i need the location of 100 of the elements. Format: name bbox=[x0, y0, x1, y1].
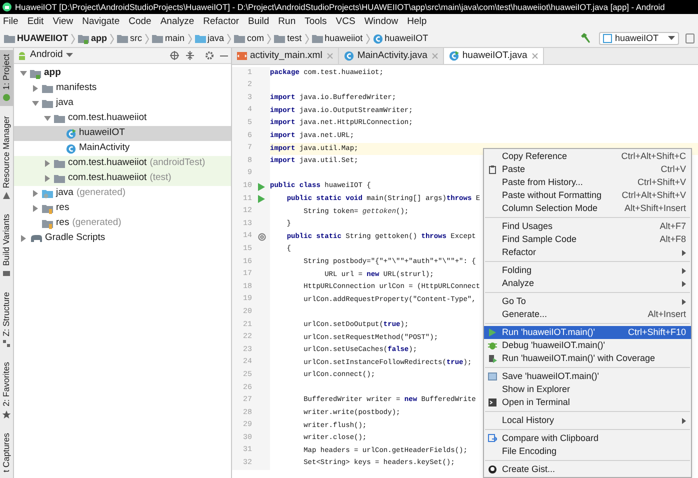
minimize-icon[interactable] bbox=[220, 54, 228, 56]
menu-item-label: Run 'huaweiIOT.main()' bbox=[502, 326, 596, 339]
settings-icon[interactable] bbox=[205, 51, 214, 60]
menu-item[interactable]: Help bbox=[407, 14, 427, 30]
menu-item[interactable]: Paste from History... Ctrl+Shift+V bbox=[484, 176, 691, 189]
tree-item[interactable]: res bbox=[14, 201, 231, 216]
menu-item-label: Analyze bbox=[502, 276, 536, 290]
shortcut-text: Ctrl+Alt+Shift+C bbox=[621, 150, 686, 163]
menu-item[interactable]: Generate... Alt+Insert bbox=[484, 308, 691, 321]
run-configuration-dropdown[interactable]: huaweiIOT bbox=[599, 32, 679, 45]
tree-item[interactable]: java (generated) bbox=[14, 186, 231, 201]
menu-item[interactable]: Find Sample Code Alt+F8 bbox=[484, 233, 691, 246]
menu-item[interactable]: Paste Ctrl+V bbox=[484, 163, 691, 176]
tool-window-tab[interactable]: Resource Manager bbox=[0, 112, 13, 204]
close-icon[interactable] bbox=[327, 53, 334, 59]
breadcrumb[interactable]: huaweiiot bbox=[310, 32, 364, 46]
hammer-icon[interactable] bbox=[580, 33, 591, 44]
menu-item[interactable]: Local History bbox=[484, 414, 691, 427]
run-icon[interactable] bbox=[258, 182, 265, 191]
expanded-arrow-icon bbox=[44, 115, 51, 122]
caret-icon[interactable] bbox=[66, 53, 73, 58]
menu-item[interactable]: View bbox=[52, 14, 74, 30]
tree-item[interactable]: MainActivity bbox=[14, 141, 231, 156]
tool-window-tab[interactable]: Z: Structure bbox=[0, 288, 13, 352]
menu-item[interactable]: Analyze bbox=[484, 277, 691, 290]
folder-icon bbox=[274, 34, 286, 43]
menu-item[interactable]: Window bbox=[364, 14, 398, 30]
folder-icon bbox=[312, 34, 323, 43]
menu-item[interactable]: Save 'huaweiIOT.main()' bbox=[484, 370, 691, 383]
folder-icon bbox=[117, 34, 128, 43]
collapsed-arrow-icon bbox=[32, 190, 39, 197]
menu-item[interactable]: Code bbox=[128, 14, 152, 30]
menu-item[interactable]: Column Selection Mode Alt+Shift+Insert bbox=[484, 202, 691, 215]
breadcrumb[interactable]: app bbox=[77, 32, 108, 46]
target-icon[interactable] bbox=[170, 51, 179, 60]
device-icon[interactable] bbox=[685, 33, 695, 44]
menu-item-label: Open in Terminal bbox=[502, 396, 571, 409]
chevron-icon bbox=[227, 34, 232, 44]
menu-item[interactable]: Debug 'huaweiIOT.main()' bbox=[484, 339, 691, 352]
menu-item[interactable]: Find Usages Alt+F7 bbox=[484, 220, 691, 233]
menu-item[interactable]: Open in Terminal bbox=[484, 396, 691, 409]
tree-item[interactable]: res (generated) bbox=[14, 216, 231, 231]
chevron-icon bbox=[110, 34, 114, 44]
editor-tab[interactable]: activity_main.xml bbox=[232, 48, 340, 64]
tree-item[interactable]: com.test.huaweiiot (test) bbox=[14, 171, 231, 186]
editor-tab[interactable]: MainActivity.java bbox=[339, 48, 444, 64]
menu-item[interactable]: Run 'huaweiIOT.main()' Ctrl+Shift+F10 bbox=[484, 326, 691, 339]
menu-item[interactable]: Folding bbox=[484, 264, 691, 277]
menu-item-label: Paste without Formatting bbox=[502, 188, 603, 202]
tree-item[interactable]: huaweiIOT bbox=[14, 126, 231, 141]
breadcrumb[interactable]: HUAWEIIOT bbox=[3, 32, 69, 46]
close-icon[interactable] bbox=[432, 53, 438, 59]
menu-item[interactable]: Run bbox=[278, 14, 296, 30]
menu-item[interactable]: Paste without Formatting Ctrl+Alt+Shift+V bbox=[484, 189, 691, 202]
breadcrumb[interactable]: test bbox=[273, 32, 303, 46]
shortcut-text: Ctrl+Alt+Shift+V bbox=[622, 188, 686, 202]
project-view-selector[interactable]: Android bbox=[30, 48, 63, 63]
tree-item[interactable]: app bbox=[14, 66, 231, 81]
tool-window-tab[interactable]: 1: Project bbox=[0, 50, 13, 106]
tree-item[interactable]: com.test.huaweiiot (androidTest) bbox=[14, 156, 231, 171]
tree-item-note: (test) bbox=[150, 171, 172, 186]
coverage-icon bbox=[488, 354, 497, 363]
menu-item[interactable]: File bbox=[3, 14, 18, 30]
close-icon[interactable] bbox=[532, 53, 538, 59]
menu-item[interactable]: Build bbox=[248, 14, 270, 30]
breadcrumb[interactable]: com bbox=[233, 32, 266, 46]
run-icon[interactable] bbox=[258, 195, 265, 204]
menu-item[interactable]: Edit bbox=[27, 14, 44, 30]
menu-item[interactable]: Refactor bbox=[484, 246, 691, 259]
tree-item[interactable]: manifests bbox=[14, 81, 231, 96]
menu-item[interactable]: VCS bbox=[336, 14, 356, 30]
menu-item-label: Folding bbox=[502, 264, 533, 277]
breadcrumb[interactable]: huaweiIOT bbox=[372, 32, 430, 46]
bug-icon bbox=[488, 341, 497, 350]
menu-item[interactable]: Tools bbox=[304, 14, 327, 30]
menu-item[interactable]: Compare with Clipboard bbox=[484, 432, 691, 445]
breadcrumb[interactable]: java bbox=[194, 32, 226, 46]
menu-item[interactable]: Refactor bbox=[203, 14, 240, 30]
tool-window-tab[interactable]: 2: Favorites bbox=[0, 358, 13, 423]
tool-icon bbox=[2, 191, 11, 200]
menu-item[interactable]: Copy Reference Ctrl+Alt+Shift+C bbox=[484, 150, 691, 163]
android-icon bbox=[17, 50, 27, 60]
folder-icon bbox=[42, 84, 53, 93]
menu-item[interactable]: Navigate bbox=[82, 14, 120, 30]
tool-window-tab[interactable]: Build Variants bbox=[0, 210, 13, 282]
tree-item[interactable]: com.test.huaweiiot bbox=[14, 111, 231, 126]
collapse-icon[interactable] bbox=[186, 51, 194, 60]
tool-window-tab[interactable]: t Captures bbox=[0, 428, 13, 476]
tree-item[interactable]: Gradle Scripts bbox=[14, 231, 231, 246]
breadcrumb[interactable]: main bbox=[151, 32, 186, 46]
menu-item[interactable]: File Encoding bbox=[484, 445, 691, 458]
menu-item[interactable]: Show in Explorer bbox=[484, 383, 691, 396]
menu-item[interactable]: Create Gist... bbox=[484, 463, 691, 476]
tree-item[interactable]: java bbox=[14, 96, 231, 111]
editor-tab[interactable]: huaweiIOT.java bbox=[444, 48, 544, 64]
menu-item[interactable]: Run 'huaweiIOT.main()' with Coverage bbox=[484, 352, 691, 365]
menu-item[interactable]: Go To bbox=[484, 295, 691, 308]
menu-item[interactable]: Analyze bbox=[160, 14, 194, 30]
breadcrumb[interactable]: src bbox=[116, 32, 144, 46]
layout-file-icon bbox=[237, 51, 247, 61]
